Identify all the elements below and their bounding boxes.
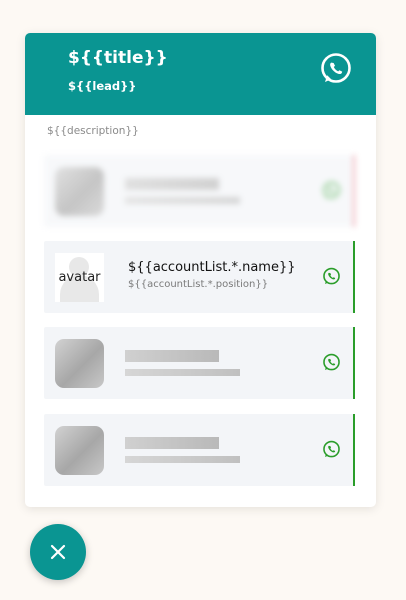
account-card-skeleton (44, 327, 355, 399)
widget-description: ${{description}} (47, 125, 139, 137)
card-accent-bar (353, 241, 355, 313)
avatar: avatar (55, 253, 104, 302)
position-placeholder-bar (125, 456, 240, 463)
account-position: ${{accountList.*.position}} (128, 279, 269, 290)
account-name: ${{accountList.*.name}} (128, 260, 296, 275)
whatsapp-icon (321, 53, 351, 83)
card-accent-bar (353, 155, 355, 227)
name-placeholder-bar (125, 437, 219, 449)
account-card[interactable]: avatar ${{accountList.*.name}} ${{accoun… (44, 241, 355, 313)
name-placeholder-bar (125, 178, 219, 190)
position-placeholder-bar (125, 369, 240, 376)
close-icon (50, 544, 66, 560)
whatsapp-icon (323, 267, 340, 285)
account-card-placeholder (44, 155, 355, 227)
card-accent-bar (353, 414, 355, 486)
whatsapp-icon (323, 353, 340, 371)
name-placeholder-bar (125, 350, 219, 362)
avatar-placeholder (55, 167, 104, 216)
position-placeholder-bar (125, 197, 240, 204)
whatsapp-icon (323, 181, 340, 199)
widget-header: ${{title}} ${{lead}} (25, 33, 376, 115)
card-accent-bar (353, 327, 355, 399)
close-widget-button[interactable] (30, 524, 86, 580)
avatar-placeholder (55, 426, 104, 475)
whatsapp-widget-panel: ${{title}} ${{lead}} ${{description}} av… (25, 33, 376, 507)
widget-lead: ${{lead}} (68, 79, 137, 93)
avatar-alt-text: avatar (58, 270, 101, 285)
whatsapp-icon (323, 440, 340, 458)
widget-title: ${{title}} (68, 48, 168, 68)
avatar-placeholder (55, 339, 104, 388)
account-card-skeleton (44, 414, 355, 486)
